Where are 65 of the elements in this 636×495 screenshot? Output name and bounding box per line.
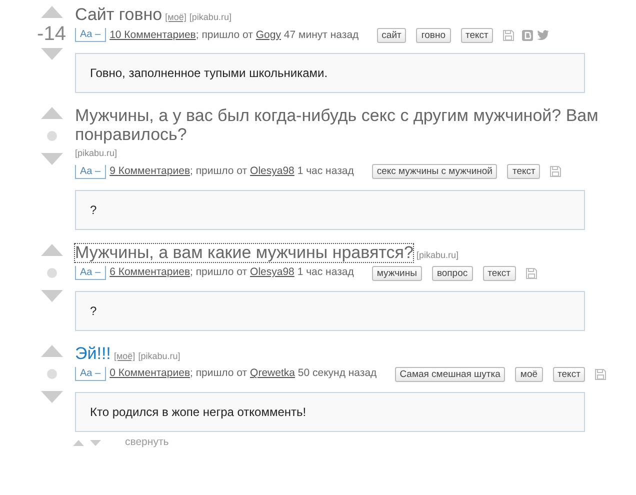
tag-button[interactable]: текст [552, 366, 586, 382]
tag-button[interactable]: говно [416, 28, 450, 43]
post-body-text: Кто родился в жопе негра откомменть! [75, 392, 585, 432]
mine-link[interactable]: [моё] [114, 350, 136, 361]
comments-link[interactable]: 9 Комментариев [110, 164, 190, 177]
downvote-arrow[interactable] [40, 153, 62, 166]
tag-button[interactable]: сайт [376, 28, 406, 43]
comments-link[interactable]: 10 Комментариев [110, 28, 196, 40]
twitter-bird-icon[interactable] [537, 30, 550, 40]
tag-button[interactable]: Самая смешная шутка [394, 366, 506, 382]
source-label: [pikabu.ru] [75, 148, 118, 158]
posted-by-label: ; пришло от [190, 164, 248, 177]
post-title[interactable]: Эй!!! [75, 344, 111, 364]
rating-hidden-dot [46, 131, 56, 142]
post-title[interactable]: Сайт говно [75, 6, 162, 25]
rating-hidden-dot [46, 368, 56, 379]
tag-button[interactable]: моё [515, 366, 543, 382]
post-title[interactable]: Мужчины, а вам какие мужчины нравятся? [75, 244, 414, 262]
font-size-toggle[interactable]: Aa – [75, 367, 106, 382]
post-title[interactable]: Мужчины, а у вас был когда-нибудь секс с другим мужчиной? Вам понравилось? [75, 107, 615, 145]
tag-button[interactable]: текст [460, 28, 494, 43]
post-body-text: ? [75, 290, 585, 331]
rating-hidden-dot [46, 268, 56, 278]
comments-link[interactable]: 0 Комментариев [110, 367, 190, 380]
upvote-arrow[interactable] [73, 440, 84, 446]
downvote-arrow[interactable] [40, 48, 62, 60]
posted-by-label: ; пришло от [190, 266, 248, 278]
upvote-arrow[interactable] [40, 6, 62, 18]
tag-button[interactable]: мужчины [372, 266, 422, 281]
post-body-text: ? [75, 190, 585, 230]
tag-button[interactable]: текст [482, 266, 516, 281]
comments-link[interactable]: 6 Комментариев [110, 266, 190, 278]
posted-by-label: ; пришло от [196, 28, 253, 40]
downvote-arrow[interactable] [40, 390, 62, 403]
downvote-arrow[interactable] [90, 440, 101, 446]
posted-by-label: ; пришло от [190, 367, 248, 380]
author-link[interactable]: Olesya98 [250, 164, 294, 177]
tag-button[interactable]: текст [507, 164, 540, 180]
author-link[interactable]: Gogy [256, 28, 281, 40]
save-icon[interactable] [526, 268, 537, 279]
post-time: 1 час назад [297, 164, 354, 177]
source-label: [pikabu.ru] [416, 250, 459, 260]
upvote-arrow[interactable] [40, 244, 62, 256]
font-size-toggle[interactable]: Aa – [75, 266, 106, 280]
tag-button[interactable]: секс мужчины с мужчиной [372, 164, 498, 180]
save-icon[interactable] [550, 166, 562, 178]
upvote-arrow[interactable] [40, 344, 62, 357]
downvote-arrow[interactable] [40, 290, 62, 302]
post-time: 1 час назад [297, 266, 354, 278]
rating-score: -14 [37, 24, 66, 44]
upvote-arrow[interactable] [40, 107, 62, 120]
post-time: 50 секунд назад [298, 367, 377, 380]
font-size-toggle[interactable]: Aa – [75, 28, 106, 42]
author-link[interactable]: Qrewetka [250, 367, 295, 380]
post-time: 47 минут назад [284, 28, 359, 40]
vk-share-icon[interactable] [522, 30, 534, 41]
save-icon[interactable] [595, 368, 606, 380]
save-icon[interactable] [503, 30, 514, 41]
font-size-toggle[interactable]: Aa – [75, 164, 106, 179]
tag-button[interactable]: вопрос [432, 266, 473, 281]
post-body-text: Говно, заполненное тупыми школьниками. [75, 53, 585, 94]
source-label: [pikabu.ru] [189, 12, 232, 22]
source-label: [pikabu.ru] [138, 350, 180, 361]
mine-link[interactable]: [моё] [165, 12, 186, 22]
author-link[interactable]: Olesya98 [250, 266, 294, 278]
